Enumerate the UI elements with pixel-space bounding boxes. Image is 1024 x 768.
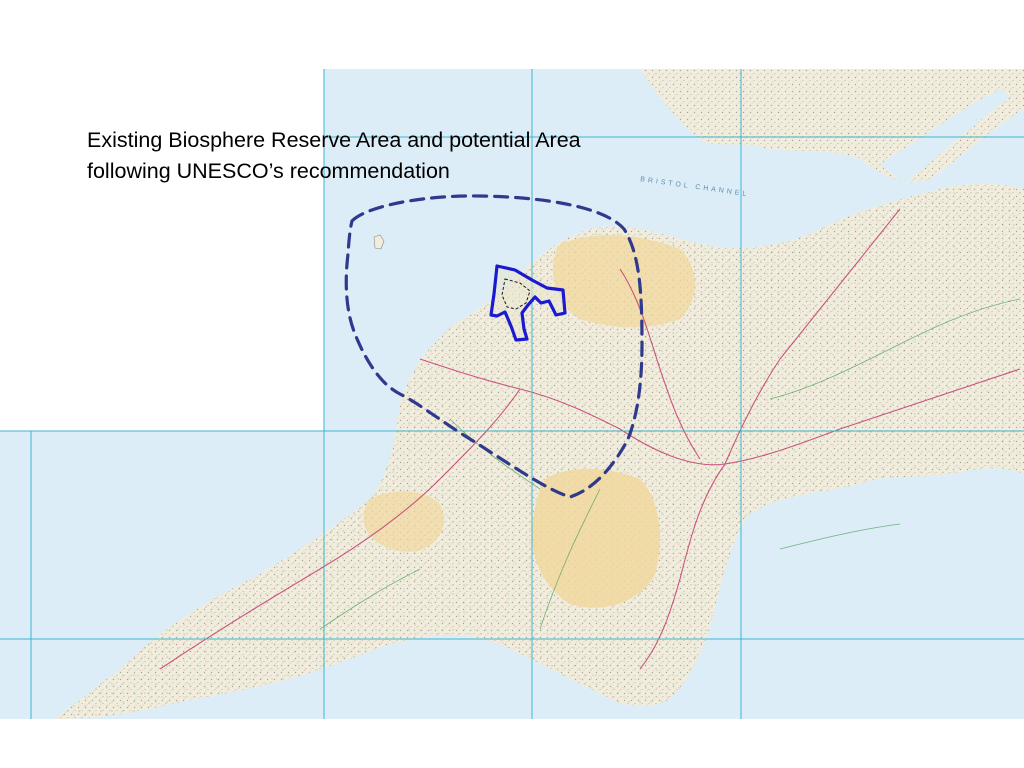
slide-title-line-1: Existing Biosphere Reserve Area and pote…	[87, 128, 581, 152]
upland-exmoor	[552, 234, 695, 328]
slide-title: Existing Biosphere Reserve Area and pote…	[87, 125, 707, 187]
slide-title-line-2: following UNESCO’s recommendation	[87, 159, 450, 183]
slide: BRISTOL CHANNEL Existing Biosphere Reser…	[0, 0, 1024, 768]
